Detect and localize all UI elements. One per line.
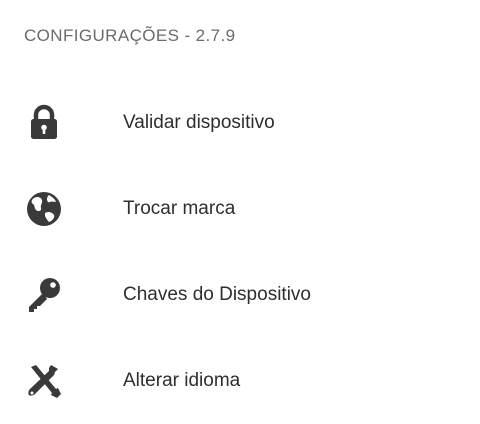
- menu-item-label: Alterar idioma: [123, 370, 241, 391]
- menu-item-trocar-marca[interactable]: Trocar marca: [0, 166, 480, 252]
- menu-item-validar-dispositivo[interactable]: Validar dispositivo: [0, 80, 480, 166]
- key-icon: [22, 273, 66, 317]
- settings-menu: Validar dispositivo Trocar marca Chaves …: [0, 80, 480, 424]
- menu-item-label: Trocar marca: [123, 198, 236, 219]
- tools-icon: [22, 359, 66, 403]
- menu-item-label: Chaves do Dispositivo: [123, 284, 311, 305]
- menu-item-label: Validar dispositivo: [123, 112, 275, 133]
- menu-item-alterar-idioma[interactable]: Alterar idioma: [0, 338, 480, 424]
- lock-icon: [22, 101, 66, 145]
- settings-title: CONFIGURAÇÕES - 2.7.9: [24, 26, 236, 45]
- menu-item-chaves-dispositivo[interactable]: Chaves do Dispositivo: [0, 252, 480, 338]
- globe-icon: [22, 187, 66, 231]
